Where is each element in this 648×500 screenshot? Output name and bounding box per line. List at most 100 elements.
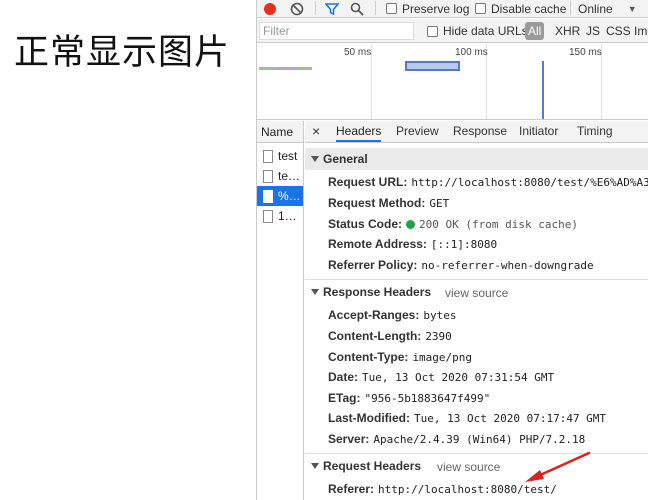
header-key: ETag: — [328, 391, 361, 405]
collapse-triangle-icon — [311, 463, 319, 469]
header-key: Referer: — [328, 482, 375, 496]
header-value: http://localhost:8080/test/%E6%AD%A3%E5%… — [411, 176, 648, 189]
disable-cache-label: Disable cache — [491, 1, 567, 16]
overview-request-bar — [297, 67, 312, 70]
header-key: Content-Type: — [328, 350, 409, 364]
dropdown-arrow-icon: ▼ — [627, 3, 637, 14]
close-icon[interactable]: × — [312, 121, 320, 142]
file-icon — [263, 209, 273, 223]
header-value: Tue, 13 Oct 2020 07:17:47 GMT — [414, 412, 607, 425]
file-icon — [263, 169, 273, 183]
request-name: test — [278, 149, 298, 163]
header-key: Date: — [328, 370, 359, 384]
tab-response[interactable]: Response — [453, 121, 507, 142]
status-ok-icon — [406, 220, 416, 229]
type-filter-xhr[interactable]: XHR — [555, 22, 580, 40]
header-value: [::1]:8080 — [430, 238, 498, 251]
checkbox-icon — [475, 3, 486, 14]
disable-cache-checkbox[interactable]: Disable cache — [475, 0, 566, 17]
header-key: Content-Length: — [328, 329, 422, 343]
type-filter-css[interactable]: CSS — [606, 22, 631, 40]
checkbox-icon — [386, 3, 397, 14]
search-icon — [350, 2, 364, 16]
header-key: Request URL: — [328, 175, 408, 189]
type-filter-img[interactable]: Img — [634, 22, 648, 40]
header-key: Accept-Ranges: — [328, 308, 420, 322]
throttling-select[interactable]: Online ▼ — [578, 0, 637, 17]
request-row[interactable]: 1… — [257, 206, 303, 226]
response-header-row: Last-Modified: Tue, 13 Oct 2020 07:17:47 … — [328, 411, 606, 425]
hide-data-urls-checkbox[interactable]: Hide data URLs — [427, 22, 528, 40]
filter-button[interactable] — [325, 0, 339, 17]
general-row: Request URL: http://localhost:8080/test/%… — [328, 175, 648, 189]
network-toolbar: Preserve log Disable cache Online ▼ — [257, 0, 648, 18]
overview-tick-label: 150 ms — [569, 47, 602, 58]
general-row: Request Method: GET — [328, 196, 449, 210]
response-header-row: Date: Tue, 13 Oct 2020 07:31:54 GMT — [328, 370, 554, 384]
request-list: Name test te… %… 1… — [257, 121, 304, 500]
request-detail-pane: × Headers Preview Response Initiator Tim… — [305, 121, 648, 500]
section-title: Response Headers — [323, 285, 432, 299]
preserve-log-checkbox[interactable]: Preserve log — [386, 0, 469, 17]
header-value: "956-5b1883647f499" — [364, 392, 491, 405]
header-key: Remote Address: — [328, 237, 427, 251]
general-row: Referrer Policy: no-referrer-when-downgra… — [328, 258, 594, 272]
preserve-log-label: Preserve log — [402, 1, 470, 16]
general-row: Remote Address: [::1]:8080 — [328, 237, 497, 251]
response-header-row: Accept-Ranges: bytes — [328, 308, 456, 322]
file-icon — [263, 149, 273, 163]
request-view-source-link[interactable]: view source — [437, 460, 500, 474]
header-value: 2390 — [425, 330, 452, 343]
overview-tick-label: 50 ms — [344, 47, 372, 58]
request-name: te… — [278, 169, 301, 183]
overview-load-marker — [542, 61, 544, 119]
response-header-row: Content-Length: 2390 — [328, 329, 452, 343]
search-button[interactable] — [350, 0, 364, 17]
header-key: Status Code: — [328, 217, 403, 231]
response-view-source-link[interactable]: view source — [445, 286, 508, 300]
header-value: Apache/2.4.39 (Win64) PHP/7.2.18 — [373, 433, 586, 446]
header-value: 200 OK (from disk cache) — [419, 218, 578, 231]
header-value: GET — [429, 197, 450, 210]
type-filter-all[interactable]: All — [525, 22, 545, 40]
network-overview[interactable]: 50 ms 100 ms 150 ms — [257, 44, 648, 120]
header-value: http://localhost:8080/test/ — [378, 483, 557, 496]
page-heading: 正常显示图片 — [14, 33, 231, 73]
header-key: Request Method: — [328, 196, 426, 210]
overview-request-bar — [259, 67, 275, 70]
request-name: %… — [278, 189, 301, 203]
tab-timing[interactable]: Timing — [577, 121, 613, 142]
filter-input[interactable]: Filter — [259, 22, 414, 40]
request-header-row: Referer: http://localhost:8080/test/ — [328, 482, 557, 496]
section-title: Request Headers — [323, 459, 422, 473]
checkbox-icon — [427, 25, 438, 37]
header-key: Last-Modified: — [328, 411, 410, 425]
request-row[interactable]: test — [257, 146, 303, 166]
hide-data-urls-label: Hide data URLs — [443, 24, 528, 38]
general-section-toggle[interactable]: General — [305, 148, 648, 170]
detail-tabs: × Headers Preview Response Initiator Tim… — [305, 121, 648, 143]
filter-icon — [325, 2, 339, 15]
devtools-panel: Preserve log Disable cache Online ▼ Filt… — [256, 0, 648, 500]
type-filter-js[interactable]: JS — [586, 22, 600, 40]
name-column-header[interactable]: Name — [257, 121, 303, 143]
request-row-selected[interactable]: %… — [257, 186, 303, 206]
throttling-value: Online — [578, 1, 613, 16]
filter-bar: Filter Hide data URLs All XHR JS CSS Img — [257, 19, 648, 43]
collapse-triangle-icon — [311, 289, 319, 295]
header-value: bytes — [423, 309, 457, 322]
record-icon — [264, 2, 276, 15]
general-row: Status Code: 200 OK (from disk cache) — [328, 217, 578, 231]
response-header-row: Content-Type: image/png — [328, 350, 472, 364]
tab-preview[interactable]: Preview — [396, 121, 439, 142]
request-row[interactable]: te… — [257, 166, 303, 186]
tab-initiator[interactable]: Initiator — [519, 121, 558, 142]
tab-headers[interactable]: Headers — [336, 121, 382, 142]
overview-tick-label: 100 ms — [455, 47, 488, 58]
record-button[interactable] — [264, 0, 276, 17]
response-header-row: Server: Apache/2.4.39 (Win64) PHP/7.2.18 — [328, 432, 585, 446]
header-value: no-referrer-when-downgrade — [421, 259, 594, 272]
clear-button[interactable] — [290, 0, 304, 17]
request-name: 1… — [278, 209, 297, 223]
header-value: image/png — [412, 351, 473, 364]
